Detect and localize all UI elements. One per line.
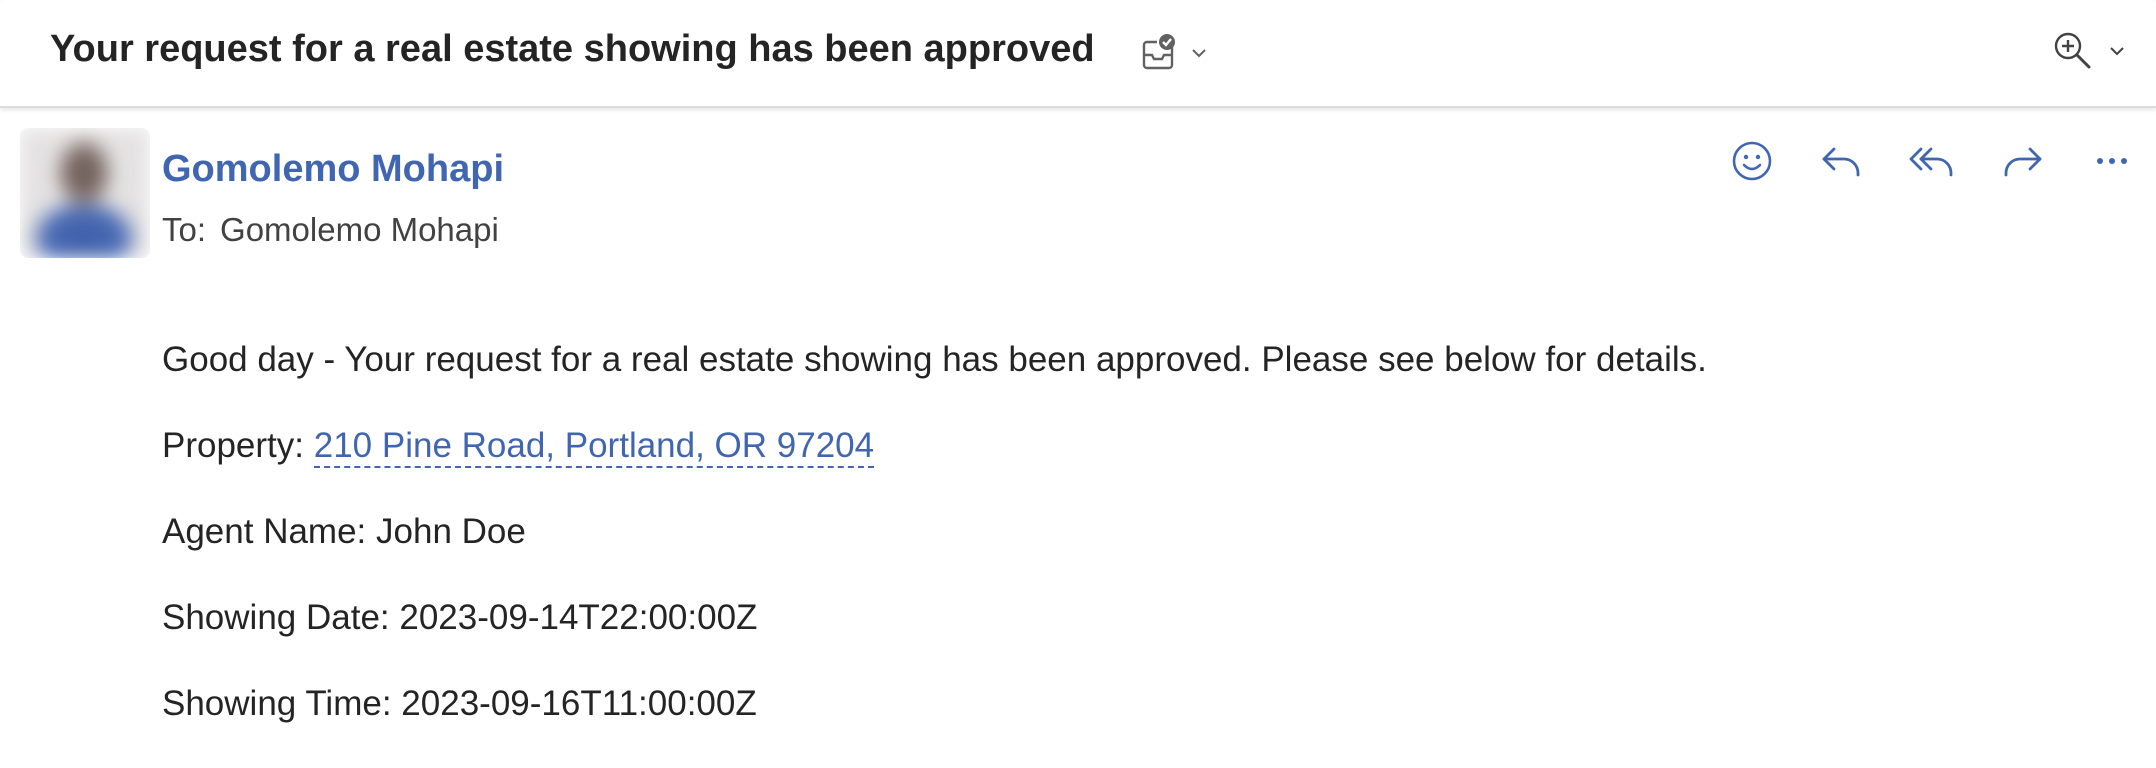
inbox-check-icon	[1138, 33, 1178, 78]
property-address-link[interactable]: 210 Pine Road, Portland, OR 97204	[313, 426, 875, 468]
forward-button[interactable]	[1992, 138, 2052, 188]
showing-time-line: Showing Time: 2023-09-16T11:00:00Z	[162, 682, 1707, 726]
sender-name[interactable]: Gomolemo Mohapi	[162, 148, 504, 191]
showing-date-label: Showing Date:	[162, 598, 390, 637]
emoji-icon	[1730, 139, 1774, 188]
agent-label: Agent Name:	[162, 512, 367, 551]
react-button[interactable]	[1722, 138, 1782, 188]
reply-button[interactable]	[1812, 138, 1872, 188]
to-label: To:	[162, 211, 207, 248]
chevron-down-icon	[2106, 40, 2128, 67]
showing-time-value: 2023-09-16T11:00:00Z	[401, 684, 757, 723]
agent-line: Agent Name: John Doe	[162, 510, 1707, 554]
message-actions	[1722, 138, 2142, 188]
zoom-in-icon	[2050, 28, 2096, 79]
property-label: Property:	[162, 426, 304, 465]
sender-avatar[interactable]	[20, 128, 150, 258]
more-actions-button[interactable]	[2082, 138, 2142, 188]
subject-bar: Your request for a real estate showing h…	[0, 0, 2156, 108]
body-intro: Good day - Your request for a real estat…	[162, 340, 1707, 379]
property-line: Property: 210 Pine Road, Portland, OR 97…	[162, 424, 1707, 468]
recipient-name[interactable]: Gomolemo Mohapi	[220, 211, 499, 248]
reply-all-icon	[1907, 139, 1957, 188]
chevron-down-icon	[1188, 42, 1210, 69]
showing-date-value: 2023-09-14T22:00:00Z	[399, 598, 758, 637]
message-body: Good day - Your request for a real estat…	[162, 338, 1707, 768]
zoom-button[interactable]	[2050, 28, 2128, 78]
recipient-line: To: Gomolemo Mohapi	[162, 211, 499, 249]
reply-icon	[1818, 139, 1866, 188]
reply-all-button[interactable]	[1902, 138, 1962, 188]
more-icon	[2092, 139, 2132, 188]
categorize-menu-button[interactable]	[1138, 30, 1210, 80]
showing-date-line: Showing Date: 2023-09-14T22:00:00Z	[162, 596, 1707, 640]
forward-icon	[1998, 139, 2046, 188]
email-subject: Your request for a real estate showing h…	[50, 28, 1095, 70]
showing-time-label: Showing Time:	[162, 684, 392, 723]
agent-name: John Doe	[376, 512, 526, 551]
